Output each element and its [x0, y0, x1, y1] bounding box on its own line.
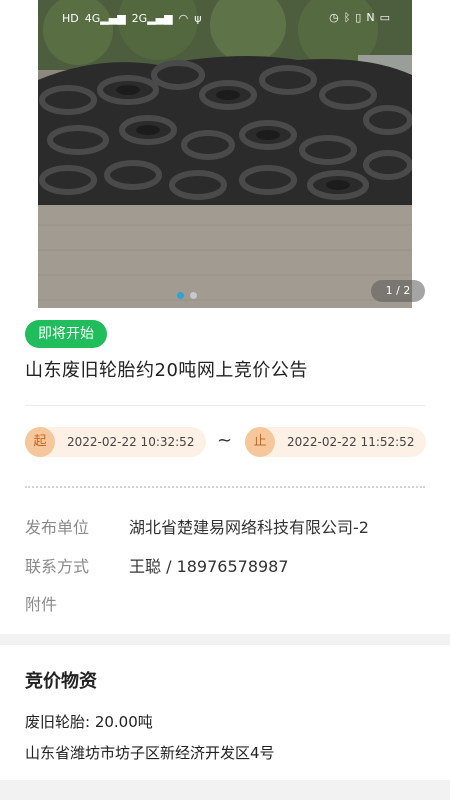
- vibrate-icon: ▯: [355, 11, 362, 24]
- bluetooth-icon: ᛒ: [343, 11, 351, 24]
- signal-4g-label: 4G: [84, 12, 101, 25]
- tire-pile-illustration: [38, 0, 412, 308]
- image-gallery[interactable]: HD 4G▂▄▆ 2G▂▄▆ ◠ ψ ◷ ᛒ ▯ N ▭ 1 / 2: [0, 0, 450, 308]
- contact-value[interactable]: 王聪 / 18976578987: [129, 557, 289, 576]
- publisher-row: 发布单位 湖北省楚建易网络科技有限公司-2: [25, 516, 369, 540]
- start-marker: 起: [25, 427, 55, 457]
- gallery-dot[interactable]: [190, 292, 197, 299]
- publisher-label: 发布单位: [25, 518, 90, 537]
- page-title: 山东废旧轮胎约20吨网上竞价公告: [25, 360, 308, 381]
- time-separator: ~: [217, 430, 233, 451]
- divider: [25, 405, 425, 406]
- gallery-page-counter: 1 / 2: [371, 280, 425, 302]
- announcement-card: 即将开始 山东废旧轮胎约20吨网上竞价公告 起 2022-02-22 10:32…: [0, 308, 450, 634]
- attachment-label: 附件: [25, 595, 58, 614]
- contact-row[interactable]: 联系方式 王聪 / 18976578987: [25, 555, 289, 579]
- materials-card: 竞价物资 废旧轮胎: 20.00吨 山东省潍坊市坊子区新经济开发区4号: [0, 645, 450, 780]
- end-time: 2022-02-22 11:52:52: [287, 435, 415, 449]
- status-bar: HD 4G▂▄▆ 2G▂▄▆ ◠ ψ ◷ ᛒ ▯ N ▭: [38, 0, 412, 40]
- battery-icon: ▭: [379, 11, 390, 24]
- contact-label: 联系方式: [25, 557, 90, 576]
- start-time: 2022-02-22 10:32:52: [67, 435, 195, 449]
- material-location: 山东省潍坊市坊子区新经济开发区4号: [25, 744, 275, 762]
- nfc-icon: N: [366, 11, 375, 24]
- start-time-pill: 起 2022-02-22 10:32:52: [25, 427, 207, 457]
- signal-2g-label: 2G: [131, 12, 148, 25]
- signal-2g-icon: 2G▂▄▆: [131, 12, 173, 25]
- alarm-icon: ◷: [329, 11, 339, 24]
- status-bar-right: ◷ ᛒ ▯ N ▭: [329, 11, 390, 25]
- status-badge: 即将开始: [25, 320, 107, 348]
- end-time-pill: 止 2022-02-22 11:52:52: [245, 427, 427, 457]
- hd-icon: HD: [62, 12, 79, 25]
- dotted-divider: [25, 486, 425, 488]
- wifi-icon: ◠: [178, 12, 189, 25]
- end-marker: 止: [245, 427, 275, 457]
- status-bar-left: HD 4G▂▄▆ 2G▂▄▆ ◠ ψ: [62, 12, 201, 26]
- materials-section-title: 竞价物资: [25, 671, 97, 692]
- gallery-dot-active[interactable]: [177, 292, 184, 299]
- attachment-row[interactable]: 附件: [25, 593, 129, 617]
- usb-icon: ψ: [194, 12, 202, 25]
- publisher-value: 湖北省楚建易网络科技有限公司-2: [129, 518, 369, 537]
- material-item: 废旧轮胎: 20.00吨: [25, 713, 153, 731]
- signal-4g-icon: 4G▂▄▆: [84, 12, 126, 25]
- gallery-dots: [177, 292, 197, 299]
- tire-pile-photo[interactable]: HD 4G▂▄▆ 2G▂▄▆ ◠ ψ ◷ ᛒ ▯ N ▭: [38, 0, 412, 308]
